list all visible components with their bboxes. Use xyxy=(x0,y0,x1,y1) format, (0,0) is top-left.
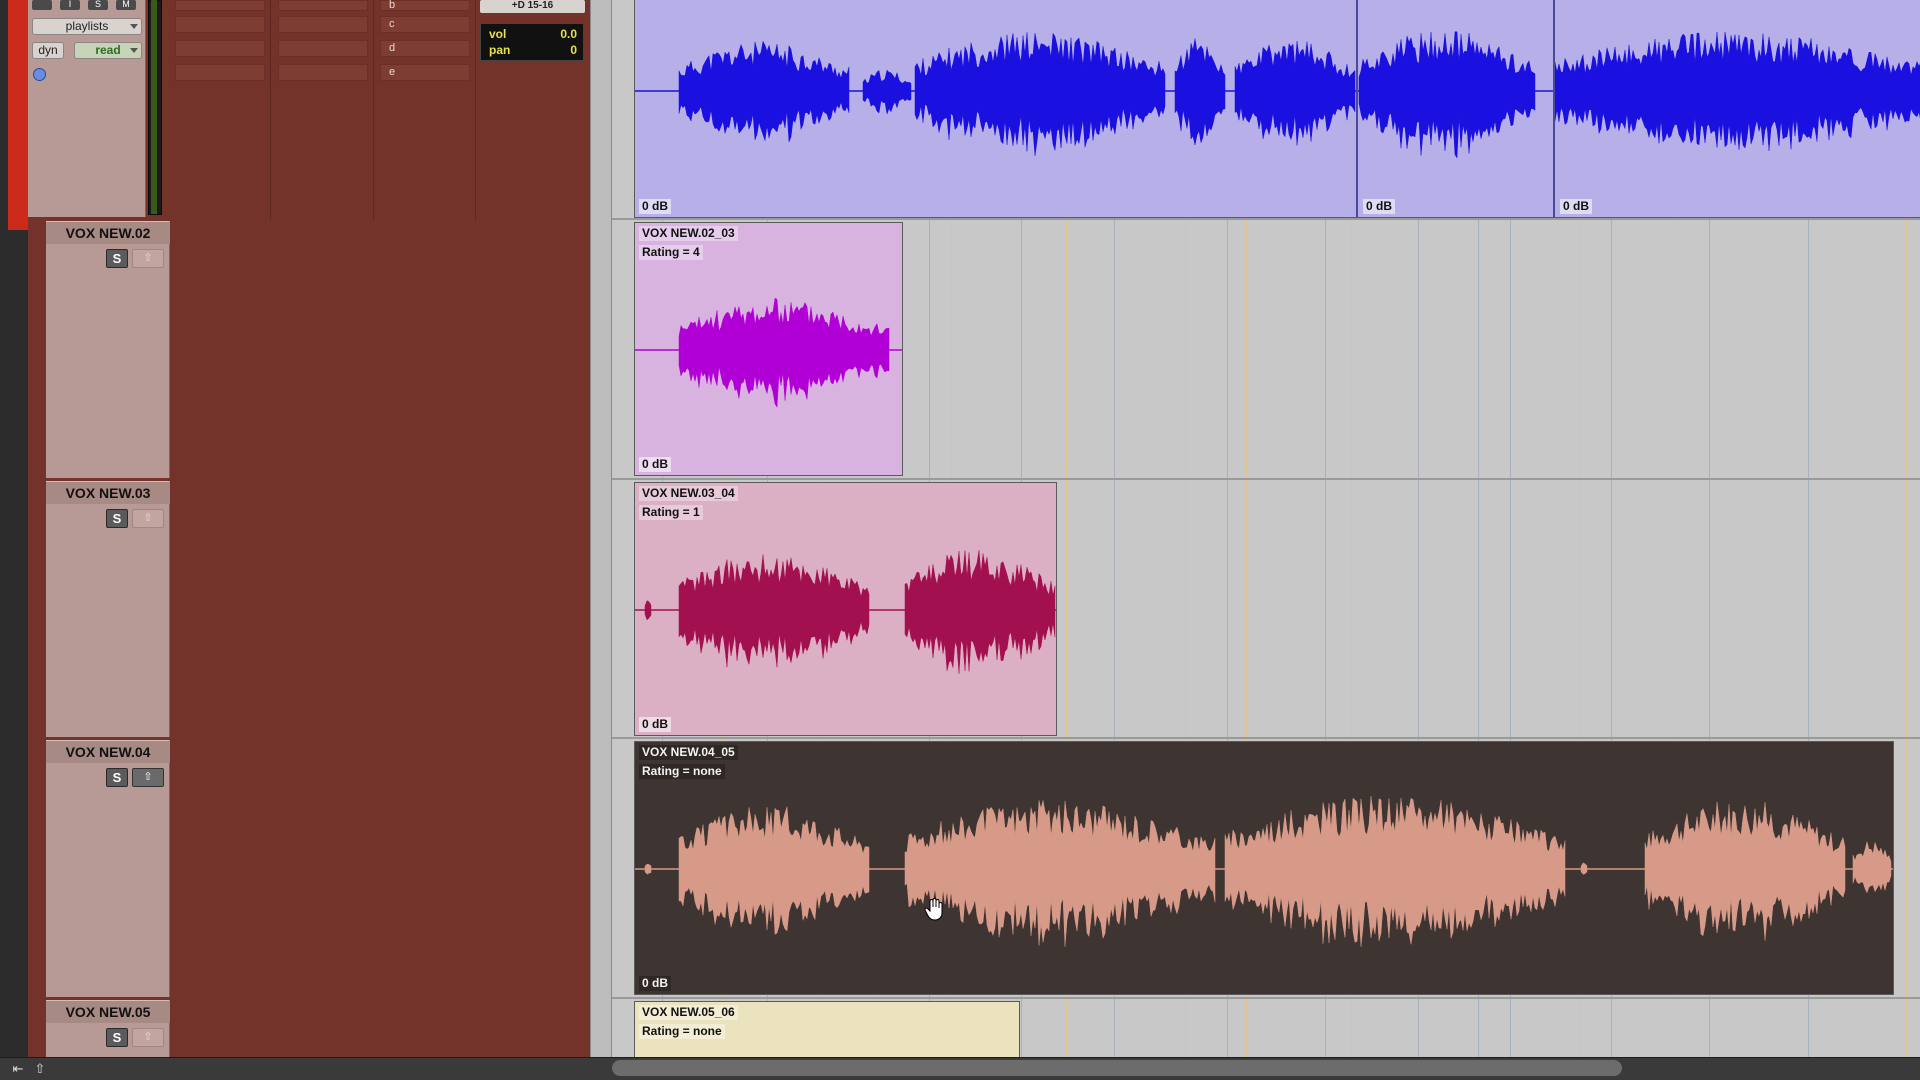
clip-gain-label[interactable]: 0 dB xyxy=(639,717,672,732)
clip-gain-label[interactable]: 0 dB xyxy=(639,199,672,214)
clip-rating: Rating = 1 xyxy=(639,505,703,520)
header-edit-divider[interactable] xyxy=(590,0,612,1057)
clip-gain-label[interactable]: 0 dB xyxy=(1560,199,1593,214)
clip-gain-label[interactable]: 0 dB xyxy=(639,457,672,472)
insert-slot[interactable] xyxy=(175,0,265,11)
solo-button[interactable]: S xyxy=(106,1028,128,1047)
volume-pan-display[interactable]: vol 0.0 pan 0 xyxy=(480,23,584,61)
solo-button[interactable]: S xyxy=(88,0,108,10)
track-header-vox-new-05[interactable]: VOX NEW.05 S ⇧ xyxy=(46,1000,170,1057)
track-lane-divider xyxy=(612,737,1920,739)
record-arm-button[interactable]: ⇧ xyxy=(132,249,164,268)
track-header-vox-new-03[interactable]: VOX NEW.03 S ⇧ xyxy=(46,481,170,737)
clip-name: VOX NEW.05_06 xyxy=(639,1005,738,1020)
insert-slot[interactable] xyxy=(278,0,368,11)
go-to-start-icon[interactable]: ⇤ xyxy=(10,1062,26,1076)
track-name[interactable]: VOX NEW.03 xyxy=(46,482,170,504)
insert-slot[interactable] xyxy=(175,40,265,57)
insert-slot-d[interactable]: d xyxy=(380,40,470,57)
insert-slot[interactable] xyxy=(278,16,368,33)
playlists-label: playlists xyxy=(65,19,109,33)
clip-vox-new-04-05[interactable]: VOX NEW.04_05 Rating = none 0 dB xyxy=(634,741,1894,995)
track-lane-divider xyxy=(612,478,1920,480)
insert-slot-b[interactable]: b xyxy=(380,0,470,11)
upload-icon[interactable]: ⇧ xyxy=(32,1062,48,1076)
solo-button[interactable]: S xyxy=(106,768,128,787)
chevron-down-icon xyxy=(130,48,138,53)
horizontal-scrollbar[interactable] xyxy=(612,1060,1622,1076)
clip-name: VOX NEW.02_03 xyxy=(639,226,738,241)
track-lane-divider xyxy=(612,218,1920,220)
automation-mode-selector[interactable]: read xyxy=(74,42,142,59)
edit-timeline[interactable]: 0 dB 0 dB 0 dB VOX NEW.02_03 Rating = 4 … xyxy=(612,0,1920,1057)
clip-vox-new-03-04[interactable]: VOX NEW.03_04 Rating = 1 0 dB xyxy=(634,482,1057,736)
clip-vox-new-02-03[interactable]: VOX NEW.02_03 Rating = 4 0 dB xyxy=(634,222,903,476)
track-color-strip-top xyxy=(8,0,28,230)
clip-gain-label[interactable]: 0 dB xyxy=(1363,199,1396,214)
insert-slot[interactable] xyxy=(278,64,368,81)
clip-boundary xyxy=(1356,0,1358,217)
output-selector[interactable]: +D 15-16 xyxy=(480,0,585,13)
waveform xyxy=(635,31,1920,159)
volume-label: vol xyxy=(489,27,507,41)
view-selector[interactable]: dyn xyxy=(32,42,64,59)
waveform xyxy=(635,550,1056,674)
track-header-vox-new-04[interactable]: VOX NEW.04 S ⇧ xyxy=(46,740,170,997)
solo-button[interactable]: S xyxy=(106,249,128,268)
insert-slot-c[interactable]: c xyxy=(380,16,470,33)
clip-rating: Rating = none xyxy=(639,764,725,779)
pan-value[interactable]: 0 xyxy=(570,42,577,59)
clip-name: VOX NEW.03_04 xyxy=(639,486,738,501)
record-arm-button[interactable]: ⇧ xyxy=(132,1028,164,1047)
input-monitor-button[interactable]: I xyxy=(60,0,80,10)
track-header-vox-new-02[interactable]: VOX NEW.02 S ⇧ xyxy=(46,221,170,478)
track-name[interactable]: VOX NEW.05 xyxy=(46,1001,170,1023)
insert-slot-e[interactable]: e xyxy=(380,64,470,81)
track-name[interactable]: VOX NEW.04 xyxy=(46,741,170,763)
timebase-icon[interactable] xyxy=(33,68,46,81)
solo-button[interactable]: S xyxy=(106,509,128,528)
level-meter-fill xyxy=(151,0,157,214)
waveform xyxy=(635,297,902,409)
waveform xyxy=(635,796,1893,947)
insert-slot[interactable] xyxy=(278,40,368,57)
clip-gain-label[interactable]: 0 dB xyxy=(639,976,672,991)
track-lane-divider xyxy=(612,997,1920,999)
pro-tools-edit-window: I S M playlists dyn read b c d e +D 15-1… xyxy=(0,0,1920,1080)
top-track-clip[interactable]: 0 dB 0 dB 0 dB xyxy=(634,0,1920,218)
clip-name: VOX NEW.04_05 xyxy=(639,745,738,760)
record-enable-button[interactable] xyxy=(32,0,52,10)
record-arm-button[interactable]: ⇧ xyxy=(132,768,164,787)
record-arm-button[interactable]: ⇧ xyxy=(132,509,164,528)
insert-slot[interactable] xyxy=(175,64,265,81)
chevron-down-icon xyxy=(130,24,138,29)
top-track-header: I S M playlists dyn read xyxy=(28,0,146,217)
insert-column-divider xyxy=(373,0,374,220)
pan-label: pan xyxy=(489,43,511,57)
clip-rating: Rating = 4 xyxy=(639,245,703,260)
insert-column-divider xyxy=(270,0,271,220)
clip-vox-new-05-06[interactable]: VOX NEW.05_06 Rating = none xyxy=(634,1001,1020,1057)
automation-mode-label: read xyxy=(95,43,121,57)
mute-button[interactable]: M xyxy=(116,0,136,10)
clip-boundary xyxy=(1553,0,1555,217)
playlists-selector[interactable]: playlists xyxy=(32,18,142,35)
volume-value[interactable]: 0.0 xyxy=(560,26,577,43)
track-name[interactable]: VOX NEW.02 xyxy=(46,222,170,244)
send-column-divider xyxy=(475,0,476,220)
clip-rating: Rating = none xyxy=(639,1024,725,1039)
insert-slot[interactable] xyxy=(175,16,265,33)
hand-cursor-icon xyxy=(924,898,943,921)
